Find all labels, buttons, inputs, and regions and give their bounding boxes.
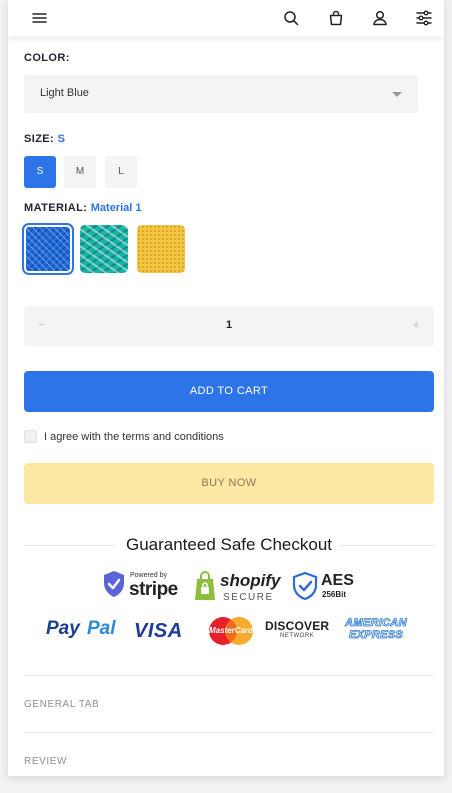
safe-checkout-title: Guaranteed Safe Checkout <box>24 535 434 555</box>
add-to-cart-button[interactable]: ADD TO CART <box>24 371 434 412</box>
shield-check-icon <box>104 571 124 597</box>
aes-shield-icon <box>292 571 318 601</box>
terms-label: I agree with the terms and conditions <box>44 431 224 443</box>
search-icon[interactable] <box>281 8 301 28</box>
buy-now-button[interactable]: BUY NOW <box>24 463 434 504</box>
discover-logo: DISCOVER NETWORK <box>265 619 331 645</box>
size-label-text: SIZE: <box>24 133 55 145</box>
color-select[interactable]: Light Blue <box>24 75 418 113</box>
size-selected-value: S <box>57 133 65 145</box>
quantity-increase-button[interactable]: + <box>412 317 420 332</box>
page-frame: COLOR: Light Blue SIZE: S S M L MATERIAL… <box>8 0 444 776</box>
amex-american: AMERICAN <box>345 617 407 630</box>
quantity-value[interactable]: 1 <box>24 319 434 331</box>
material-swatch-2[interactable] <box>80 225 128 273</box>
stripe-powered-by: Powered by <box>130 572 167 579</box>
amex-express: EXPRESS <box>348 629 404 642</box>
size-option-l[interactable]: L <box>105 156 137 188</box>
material-label: MATERIAL: Material 1 <box>24 202 142 214</box>
size-option-s[interactable]: S <box>24 156 56 188</box>
size-option-m[interactable]: M <box>64 156 96 188</box>
shopify-secure: SECURE <box>223 592 274 603</box>
cart-bag-icon[interactable] <box>326 8 346 28</box>
shopify-bag-icon <box>195 571 215 600</box>
aes-text: AES <box>321 572 354 589</box>
paypal-logo: Pay Pal <box>46 618 126 644</box>
color-label: COLOR: <box>24 52 70 64</box>
material-selected-value: Material 1 <box>90 202 142 214</box>
filter-icon[interactable] <box>414 8 434 28</box>
aes-badge: AES 256Bit <box>292 571 362 603</box>
tab-review[interactable]: REVIEW <box>24 756 67 767</box>
tab-divider-2 <box>24 732 434 733</box>
safe-checkout-title-text: Guaranteed Safe Checkout <box>117 535 341 554</box>
user-icon[interactable] <box>370 8 390 28</box>
material-label-text: MATERIAL: <box>24 202 88 214</box>
amex-logo: AMERICAN EXPRESS <box>340 617 412 645</box>
stripe-wordmark: stripe <box>129 579 178 600</box>
shopify-badge: shopify SECURE <box>194 571 284 603</box>
discover-text: DISCOVER <box>265 619 330 633</box>
stripe-badge: Powered by stripe <box>102 570 182 602</box>
visa-text: VISA <box>134 620 183 642</box>
mastercard-text: MasterCard <box>209 626 254 635</box>
menu-icon[interactable] <box>30 8 50 28</box>
top-bar <box>8 0 444 36</box>
material-swatch-3[interactable] <box>137 225 185 273</box>
color-select-value: Light Blue <box>40 87 89 99</box>
tab-divider-1 <box>24 675 434 676</box>
material-swatch-1[interactable] <box>24 225 72 273</box>
discover-network: NETWORK <box>280 633 315 639</box>
shopify-wordmark: shopify <box>220 571 281 590</box>
mastercard-logo: MasterCard <box>207 616 257 646</box>
paypal-pal: Pal <box>87 618 116 639</box>
visa-logo: VISA <box>132 620 198 644</box>
size-label: SIZE: S <box>24 133 65 145</box>
chevron-down-icon <box>392 92 402 97</box>
tab-general[interactable]: GENERAL TAB <box>24 699 99 710</box>
paypal-pay: Pay <box>46 618 80 639</box>
quantity-stepper: − 1 + <box>24 306 434 346</box>
aes-256bit: 256Bit <box>322 590 347 599</box>
terms-checkbox[interactable] <box>24 430 37 443</box>
